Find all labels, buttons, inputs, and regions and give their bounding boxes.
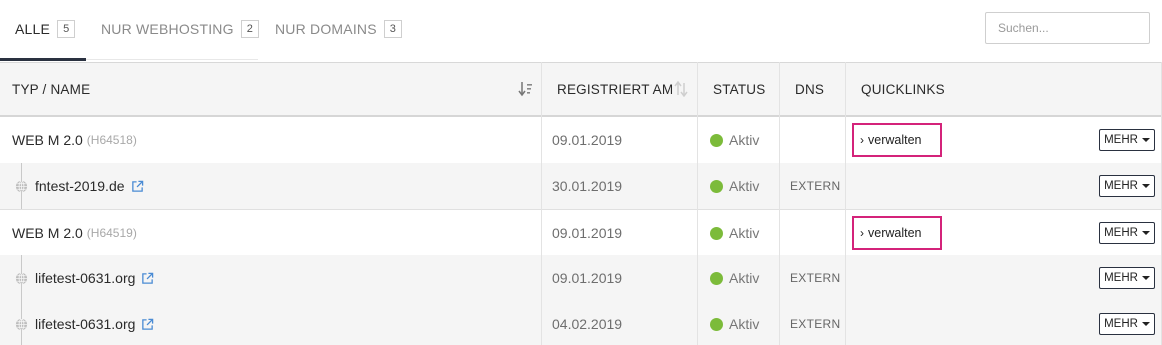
tab-label: ALLE: [15, 21, 51, 37]
registered-date: 09.01.2019: [552, 270, 623, 286]
domain-name-link[interactable]: lifetest-0631.org: [35, 270, 135, 286]
name-cell: WEB M 2.0 (H64519): [12, 210, 137, 256]
verwalten-button[interactable]: › verwalten: [852, 123, 942, 157]
status-active-dot: [710, 226, 723, 240]
verwalten-button[interactable]: › verwalten: [852, 216, 942, 250]
caret-down-icon: [1141, 184, 1150, 188]
column-divider: [779, 62, 780, 345]
status-cell: Aktiv: [710, 117, 759, 163]
status-active-dot: [710, 271, 723, 285]
tab-nur-webhosting[interactable]: NUR WEBHOSTING 2: [101, 18, 260, 40]
mehr-label: MEHR: [1104, 227, 1138, 239]
mehr-dropdown-button[interactable]: MEHR: [1099, 313, 1155, 335]
tree-connector: [21, 328, 22, 345]
mehr-dropdown-button[interactable]: MEHR: [1099, 175, 1155, 197]
caret-down-icon: [1141, 138, 1150, 142]
tree-connector: [21, 282, 22, 319]
tree-connector: [21, 255, 22, 274]
column-header-registered[interactable]: REGISTRIERT AM: [557, 63, 673, 116]
sort-neutral-icon[interactable]: [674, 81, 688, 97]
status-text: Aktiv: [729, 132, 760, 148]
verwalten-label: verwalten: [868, 226, 922, 240]
caret-down-icon: [1141, 231, 1150, 235]
status-active-dot: [710, 317, 723, 331]
status-cell: Aktiv: [710, 163, 759, 209]
product-name: WEB M 2.0: [12, 225, 83, 241]
tab-label: NUR WEBHOSTING: [101, 21, 234, 37]
table-row: WEB M 2.0 (H64518) 09.01.2019 Aktiv › ve…: [0, 117, 1162, 163]
status-cell: Aktiv: [710, 210, 759, 256]
status-cell: Aktiv: [710, 301, 759, 345]
name-cell: lifetest-0631.org: [15, 301, 154, 345]
status-text: Aktiv: [729, 225, 760, 241]
product-name: WEB M 2.0: [12, 132, 83, 148]
table-row: fntest-2019.de 30.01.2019 Aktiv EXTERN M…: [0, 163, 1162, 209]
mehr-dropdown-button[interactable]: MEHR: [1099, 267, 1155, 289]
external-link-icon[interactable]: [131, 180, 144, 193]
column-divider: [845, 62, 846, 345]
product-code: (H64518): [86, 133, 137, 147]
dns-value: EXTERN: [790, 271, 841, 285]
status-text: Aktiv: [729, 316, 760, 332]
column-header-type-name[interactable]: TYP / NAME: [12, 63, 90, 116]
active-tab-indicator: [0, 58, 86, 61]
external-link-icon[interactable]: [141, 318, 154, 331]
mehr-label: MEHR: [1104, 134, 1138, 146]
chevron-right-icon: ›: [860, 133, 864, 147]
tab-nur-domains[interactable]: NUR DOMAINS 3: [275, 18, 403, 40]
sort-desc-icon[interactable]: [518, 81, 533, 97]
tab-count-badge: 2: [240, 20, 260, 38]
status-text: Aktiv: [729, 270, 760, 286]
mehr-dropdown-button[interactable]: MEHR: [1099, 129, 1155, 151]
tab-count-badge: 5: [57, 20, 76, 38]
registered-date: 09.01.2019: [552, 132, 623, 148]
column-header-quicklinks: QUICKLINKS: [861, 82, 945, 97]
name-cell: WEB M 2.0 (H64518): [12, 117, 137, 163]
external-link-icon[interactable]: [141, 272, 154, 285]
caret-down-icon: [1141, 276, 1150, 280]
column-divider: [697, 62, 698, 345]
filter-tabs: ALLE 5 NUR WEBHOSTING 2 NUR DOMAINS 3: [0, 0, 1162, 62]
domain-name-link[interactable]: fntest-2019.de: [35, 178, 125, 194]
domain-name-link[interactable]: lifetest-0631.org: [35, 316, 135, 332]
status-active-dot: [710, 179, 723, 193]
tab-alle[interactable]: ALLE 5: [15, 18, 76, 40]
tab-count-badge: 3: [383, 20, 403, 38]
product-code: (H64519): [86, 226, 137, 240]
column-header-dns: DNS: [795, 82, 825, 97]
status-active-dot: [710, 133, 723, 147]
chevron-right-icon: ›: [860, 226, 864, 240]
dns-value: EXTERN: [790, 317, 841, 331]
name-cell: lifetest-0631.org: [15, 255, 154, 301]
caret-down-icon: [1141, 322, 1150, 326]
verwalten-label: verwalten: [868, 133, 922, 147]
registered-date: 09.01.2019: [552, 225, 623, 241]
table-row: WEB M 2.0 (H64519) 09.01.2019 Aktiv › ve…: [0, 209, 1162, 255]
tree-connector: [21, 163, 22, 182]
column-divider: [541, 62, 542, 345]
table-row: lifetest-0631.org 04.02.2019 Aktiv EXTER…: [0, 301, 1162, 345]
status-text: Aktiv: [729, 178, 760, 194]
search-input[interactable]: [985, 12, 1150, 44]
tab-label: NUR DOMAINS: [275, 21, 377, 37]
mehr-label: MEHR: [1104, 180, 1138, 192]
mehr-label: MEHR: [1104, 318, 1138, 330]
name-cell: fntest-2019.de: [15, 163, 144, 209]
registered-date: 04.02.2019: [552, 316, 623, 332]
column-header-status: STATUS: [713, 82, 766, 97]
tree-connector: [21, 190, 22, 209]
status-cell: Aktiv: [710, 255, 759, 301]
mehr-dropdown-button[interactable]: MEHR: [1099, 222, 1155, 244]
dns-value: EXTERN: [790, 179, 841, 193]
mehr-label: MEHR: [1104, 272, 1138, 284]
registered-date: 30.01.2019: [552, 178, 623, 194]
table-header: TYP / NAME REGISTRIERT AM STATUS DNS QUI…: [0, 62, 1162, 117]
table-row: lifetest-0631.org 09.01.2019 Aktiv EXTER…: [0, 255, 1162, 301]
